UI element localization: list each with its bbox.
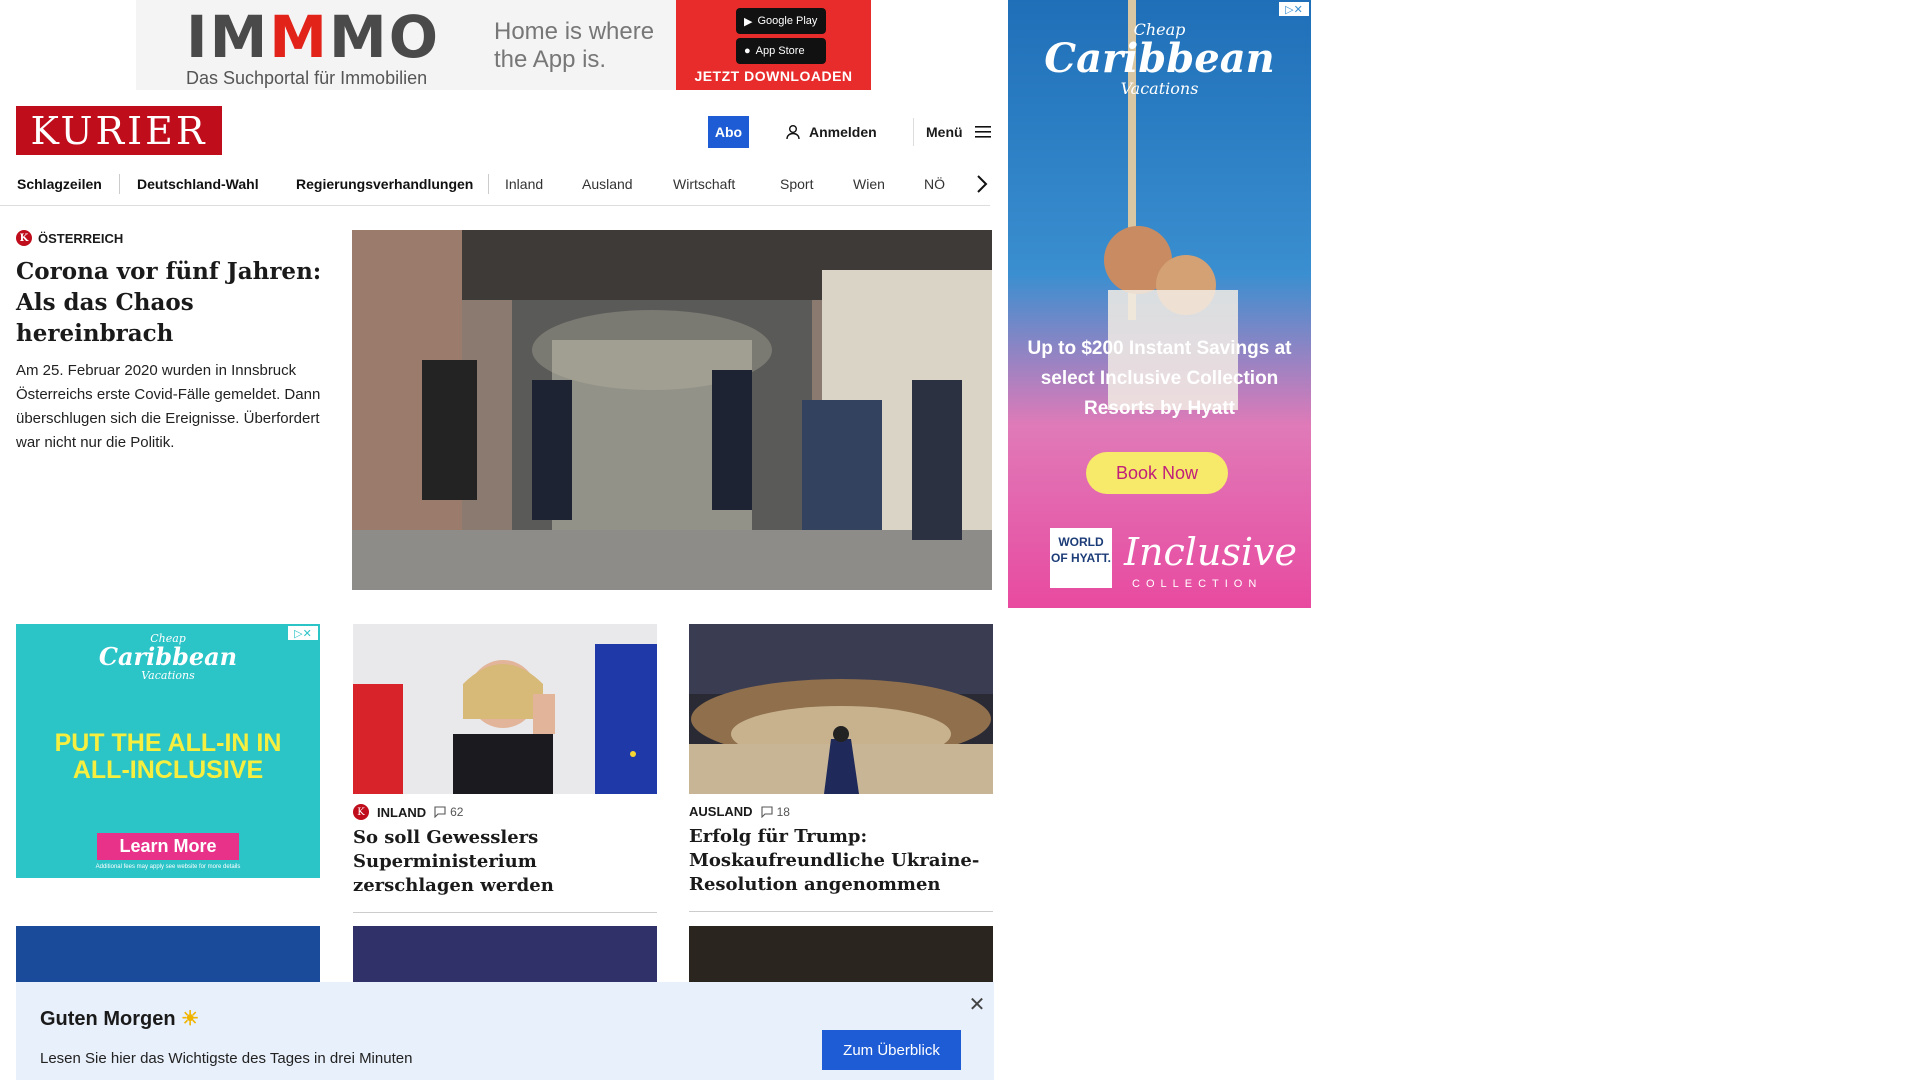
lead-article[interactable]: K Österreich Corona vor fünf Jahren: Als… — [16, 230, 322, 455]
article-category: Inland — [377, 804, 427, 820]
side-ad-offer: Up to $200 Instant Savings at select Inc… — [1027, 338, 1292, 419]
morning-title: Guten Morgen ☀ — [40, 1008, 200, 1030]
grid-ad-fineprint: Additional fees may apply see website fo… — [95, 864, 241, 870]
article-card[interactable]: K Inland 62 So soll Gewesslers Supermini… — [353, 624, 657, 913]
article-image[interactable] — [689, 624, 993, 794]
comment-icon — [434, 806, 446, 818]
nav-item-wien[interactable]: Wien — [853, 172, 885, 196]
comment-count[interactable]: 18 — [761, 805, 790, 819]
ad-slogan: Home is where the App is. — [494, 18, 655, 73]
article-meta: K Inland 62 — [353, 804, 657, 820]
immmo-brand: IMMMO Das Suchportal für Immobilien — [136, 0, 486, 90]
nav-item-sport[interactable]: Sport — [780, 172, 813, 196]
article-meta: Ausland 18 — [689, 804, 993, 819]
grid-banner-ad[interactable]: Cheap Caribbean Vacations PUT THE ALL-IN… — [16, 624, 320, 878]
collection-label: COLLECTION — [1132, 578, 1263, 590]
download-button[interactable]: JETZT DOWNLOADEN — [676, 68, 871, 84]
kurier-k-icon: K — [353, 804, 369, 820]
grid-ad-headline: PUT THE ALL-IN IN ALL-INCLUSIVE — [54, 729, 282, 784]
abo-button[interactable]: Abo — [708, 116, 749, 148]
kurier-k-icon: K — [16, 230, 32, 246]
login-button[interactable]: Anmelden — [785, 118, 877, 146]
immmo-logo: IMMMO — [186, 3, 441, 71]
article-title[interactable]: Erfolg für Trump: Moskaufreundliche Ukra… — [689, 825, 993, 912]
google-play-badge[interactable]: ▶ Google Play — [736, 8, 826, 34]
comment-count[interactable]: 62 — [434, 805, 463, 819]
play-icon: ▶ — [744, 15, 753, 28]
lead-article-image[interactable] — [352, 230, 992, 590]
nav-divider — [119, 174, 120, 194]
hyatt-logo: WORLD OF HYATT. — [1050, 528, 1112, 588]
side-banner-ad[interactable]: Cheap Caribbean Vacations Up to $200 Ins… — [1008, 0, 1311, 608]
close-icon[interactable]: ✕ — [966, 992, 988, 1016]
side-ad-brand: Cheap Caribbean Vacations — [1044, 20, 1275, 98]
article-card[interactable]: Ausland 18 Erfolg für Trump: Moskaufreun… — [689, 624, 993, 912]
book-now-button[interactable]: Book Now — [1086, 452, 1228, 494]
top-banner-ad[interactable]: IMMMO Das Suchportal für Immobilien Home… — [136, 0, 871, 90]
chevron-right-icon[interactable] — [972, 170, 992, 198]
nav-item-schlagzeilen[interactable]: Schlagzeilen — [17, 172, 102, 196]
nav-item-deutschland-wahl[interactable]: Deutschland-Wahl — [137, 172, 259, 196]
menu-button[interactable]: Menü — [913, 118, 991, 146]
login-label: Anmelden — [809, 124, 877, 140]
article-category: Ausland — [689, 804, 753, 819]
hamburger-icon — [974, 126, 991, 138]
article-image[interactable] — [689, 926, 993, 986]
nav-item-wirtschaft[interactable]: Wirtschaft — [673, 172, 735, 196]
lead-title[interactable]: Corona vor fünf Jahren: Als das Chaos he… — [16, 256, 322, 349]
menu-label: Menü — [926, 124, 963, 140]
nav-item-noe[interactable]: NÖ — [924, 172, 945, 196]
nav-item-ausland[interactable]: Ausland — [582, 172, 633, 196]
article-image[interactable] — [353, 624, 657, 794]
ad-choices-icon[interactable]: ▷✕ — [288, 626, 318, 640]
morning-description: Lesen Sie hier das Wichtigste des Tages … — [40, 1050, 413, 1067]
nav-divider — [488, 174, 489, 194]
nav-item-regierungsverhandlungen[interactable]: Regierungsverhandlungen — [296, 172, 473, 196]
app-store-badge[interactable]: ● App Store — [736, 38, 826, 64]
grid-ad-brand: Cheap Caribbean Vacations — [98, 632, 238, 682]
ad-choices-icon[interactable]: ▷✕ — [1279, 2, 1309, 16]
comment-icon — [761, 805, 773, 818]
immmo-subtitle: Das Suchportal für Immobilien — [186, 68, 428, 88]
overview-button[interactable]: Zum Überblick — [822, 1030, 961, 1070]
article-image[interactable] — [16, 926, 320, 986]
user-icon — [786, 125, 800, 140]
main-navigation: Schlagzeilen Deutschland-Wahl Regierungs… — [0, 166, 990, 206]
nav-item-inland[interactable]: Inland — [505, 172, 543, 196]
learn-more-button[interactable]: Learn More — [97, 833, 239, 860]
inclusive-logo: Inclusive — [1124, 530, 1298, 574]
kurier-logo[interactable]: KURIER — [16, 106, 222, 155]
download-panel[interactable]: ▶ Google Play ● App Store JETZT DOWNLOADEN — [676, 0, 871, 90]
apple-icon: ● — [744, 45, 751, 57]
article-title[interactable]: So soll Gewesslers Superministerium zers… — [353, 826, 657, 913]
sun-icon: ☀ — [181, 1008, 200, 1030]
morning-briefing-banner: Guten Morgen ☀ Lesen Sie hier das Wichti… — [16, 982, 994, 1080]
lead-teaser: Am 25. Februar 2020 wurden in Innsbruck … — [16, 362, 321, 451]
article-image[interactable] — [353, 926, 657, 986]
lead-category: K Österreich — [16, 230, 322, 246]
